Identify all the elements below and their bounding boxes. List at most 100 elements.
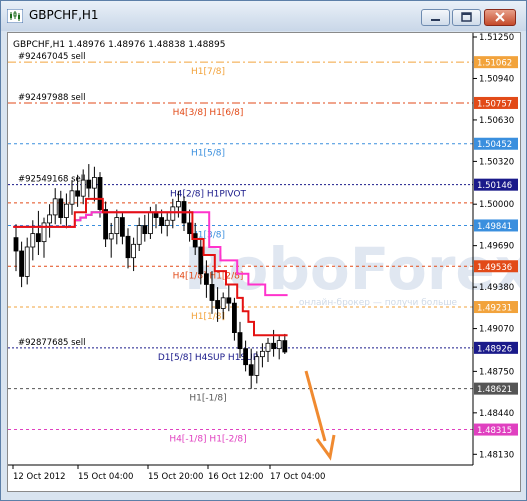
candle-body — [103, 209, 108, 240]
x-tick-label: 15 Oct 20:00 — [148, 472, 203, 482]
y-tick-label: 1.50320 — [479, 157, 514, 167]
candle-body — [47, 214, 52, 224]
minimize-icon — [431, 19, 440, 21]
candle-body — [19, 250, 25, 277]
candle-body — [265, 342, 271, 352]
candle-body — [271, 342, 277, 350]
title-bar[interactable]: GBPCHF,H1 — [1, 1, 526, 31]
candle-body — [164, 219, 170, 226]
y-tick-label: 1.49070 — [479, 325, 514, 335]
chart-window: GBPCHF,H1 RoboForex онлайн-брокер — полу… — [0, 0, 527, 501]
candle-body — [114, 217, 120, 235]
candle-body — [64, 203, 69, 218]
price-badge-text: 1.50757 — [477, 99, 512, 109]
candle-body — [248, 364, 254, 376]
watermark-text: RoboForex — [184, 235, 520, 303]
candle-body — [142, 225, 148, 235]
y-tick-label: 1.50940 — [479, 74, 514, 84]
price-badge-text: 1.48621 — [477, 385, 512, 395]
x-tick-label: 15 Oct 04:00 — [78, 472, 133, 482]
price-badge-text: 1.51062 — [477, 59, 512, 69]
candle-body — [220, 297, 226, 309]
x-tick-label: 17 Oct 04:00 — [270, 472, 325, 482]
y-tick-label: 1.48750 — [479, 367, 514, 377]
y-tick-label: 1.49690 — [479, 242, 514, 252]
price-badge-text: 1.48315 — [477, 426, 512, 436]
y-tick-label: 1.48440 — [479, 409, 514, 419]
order-label: #92497988 sell — [18, 93, 85, 103]
level-label: H4[3/8] H1[6/8] — [173, 108, 244, 118]
candle-body — [209, 284, 215, 301]
chart-area[interactable]: RoboForex онлайн-брокер — получи больше … — [7, 32, 527, 492]
candle-body — [58, 198, 64, 218]
candle-body — [198, 246, 204, 275]
candle-body — [131, 243, 136, 259]
candle-body — [243, 348, 249, 366]
candle-body — [30, 233, 36, 248]
candle-body — [120, 217, 125, 237]
x-tick-labels: 12 Oct 2012 15 Oct 04:00 15 Oct 20:00 16 Oc… — [12, 465, 325, 482]
candle-body — [226, 297, 232, 304]
candle-body — [108, 233, 114, 240]
price-badge-text: 1.49841 — [477, 222, 512, 232]
candle-body — [175, 201, 181, 208]
order-label: #92549168 sell — [18, 175, 85, 185]
candle-body — [215, 300, 221, 309]
x-tick-label: 12 Oct 2012 — [13, 472, 66, 482]
minimize-button[interactable] — [421, 9, 450, 26]
indicator-line — [74, 211, 103, 222]
close-icon — [495, 12, 505, 22]
candle-body — [97, 177, 103, 210]
price-badge-text: 1.48926 — [477, 344, 512, 354]
candle-body — [52, 198, 58, 216]
arrow-shaft — [304, 370, 327, 442]
candle-body — [259, 350, 265, 358]
symbol-info-line: GBPCHF,H1 1.48976 1.48976 1.48838 1.4889… — [13, 40, 225, 50]
level-label: H1[7/8] — [191, 67, 225, 77]
candle-body — [231, 302, 237, 333]
y-tick-label: 1.51250 — [479, 33, 514, 43]
maximize-button[interactable] — [452, 9, 481, 26]
candle-body — [276, 340, 282, 350]
candle-body — [69, 190, 75, 205]
candle-body — [35, 233, 41, 243]
order-label: #92467045 sell — [18, 52, 85, 62]
maximize-icon — [461, 12, 472, 22]
candle-body — [203, 273, 209, 285]
candle-body — [282, 340, 288, 353]
window-title: GBPCHF,H1 — [29, 8, 99, 22]
candle-body — [125, 235, 131, 259]
level-label: H4[2/8] H1PIVOT — [170, 190, 247, 200]
chart-app-icon — [7, 9, 23, 23]
x-tick-label: 16 Oct 12:00 — [208, 472, 263, 482]
candle-body — [237, 332, 243, 350]
candle-body — [147, 211, 153, 235]
price-chart[interactable]: RoboForex онлайн-брокер — получи больше … — [8, 33, 527, 491]
y-tick-label: 1.50630 — [479, 116, 514, 126]
candle-body — [170, 206, 176, 221]
candle-body — [254, 356, 260, 376]
y-tick-label: 1.49380 — [479, 283, 514, 293]
candle-body — [41, 222, 47, 243]
candle-body — [187, 222, 193, 235]
candle-body — [92, 177, 97, 189]
candle-body — [192, 233, 198, 248]
candle-body — [24, 246, 30, 277]
y-tick-label: 1.48130 — [479, 450, 514, 460]
close-button[interactable] — [484, 9, 516, 26]
price-badge-text: 1.49536 — [477, 263, 512, 273]
level-label: H1[1/8] — [191, 312, 225, 322]
candle-body — [75, 190, 80, 197]
candle-body — [86, 179, 92, 189]
forecast-arrow — [304, 370, 336, 461]
level-label: H4[-1/8] H1[-2/8] — [169, 435, 246, 445]
candle-body — [159, 217, 165, 226]
order-label: #92877685 sell — [18, 338, 85, 348]
price-badge-text: 1.49231 — [477, 304, 512, 314]
watermark-subtext: онлайн-брокер — получи больше — [299, 298, 458, 308]
candle-body — [136, 225, 142, 245]
price-badge-text: 1.50146 — [477, 181, 512, 191]
price-badge-text: 1.50452 — [477, 140, 512, 150]
level-label: H1[-1/8] — [189, 394, 226, 404]
candle-body — [13, 237, 19, 252]
